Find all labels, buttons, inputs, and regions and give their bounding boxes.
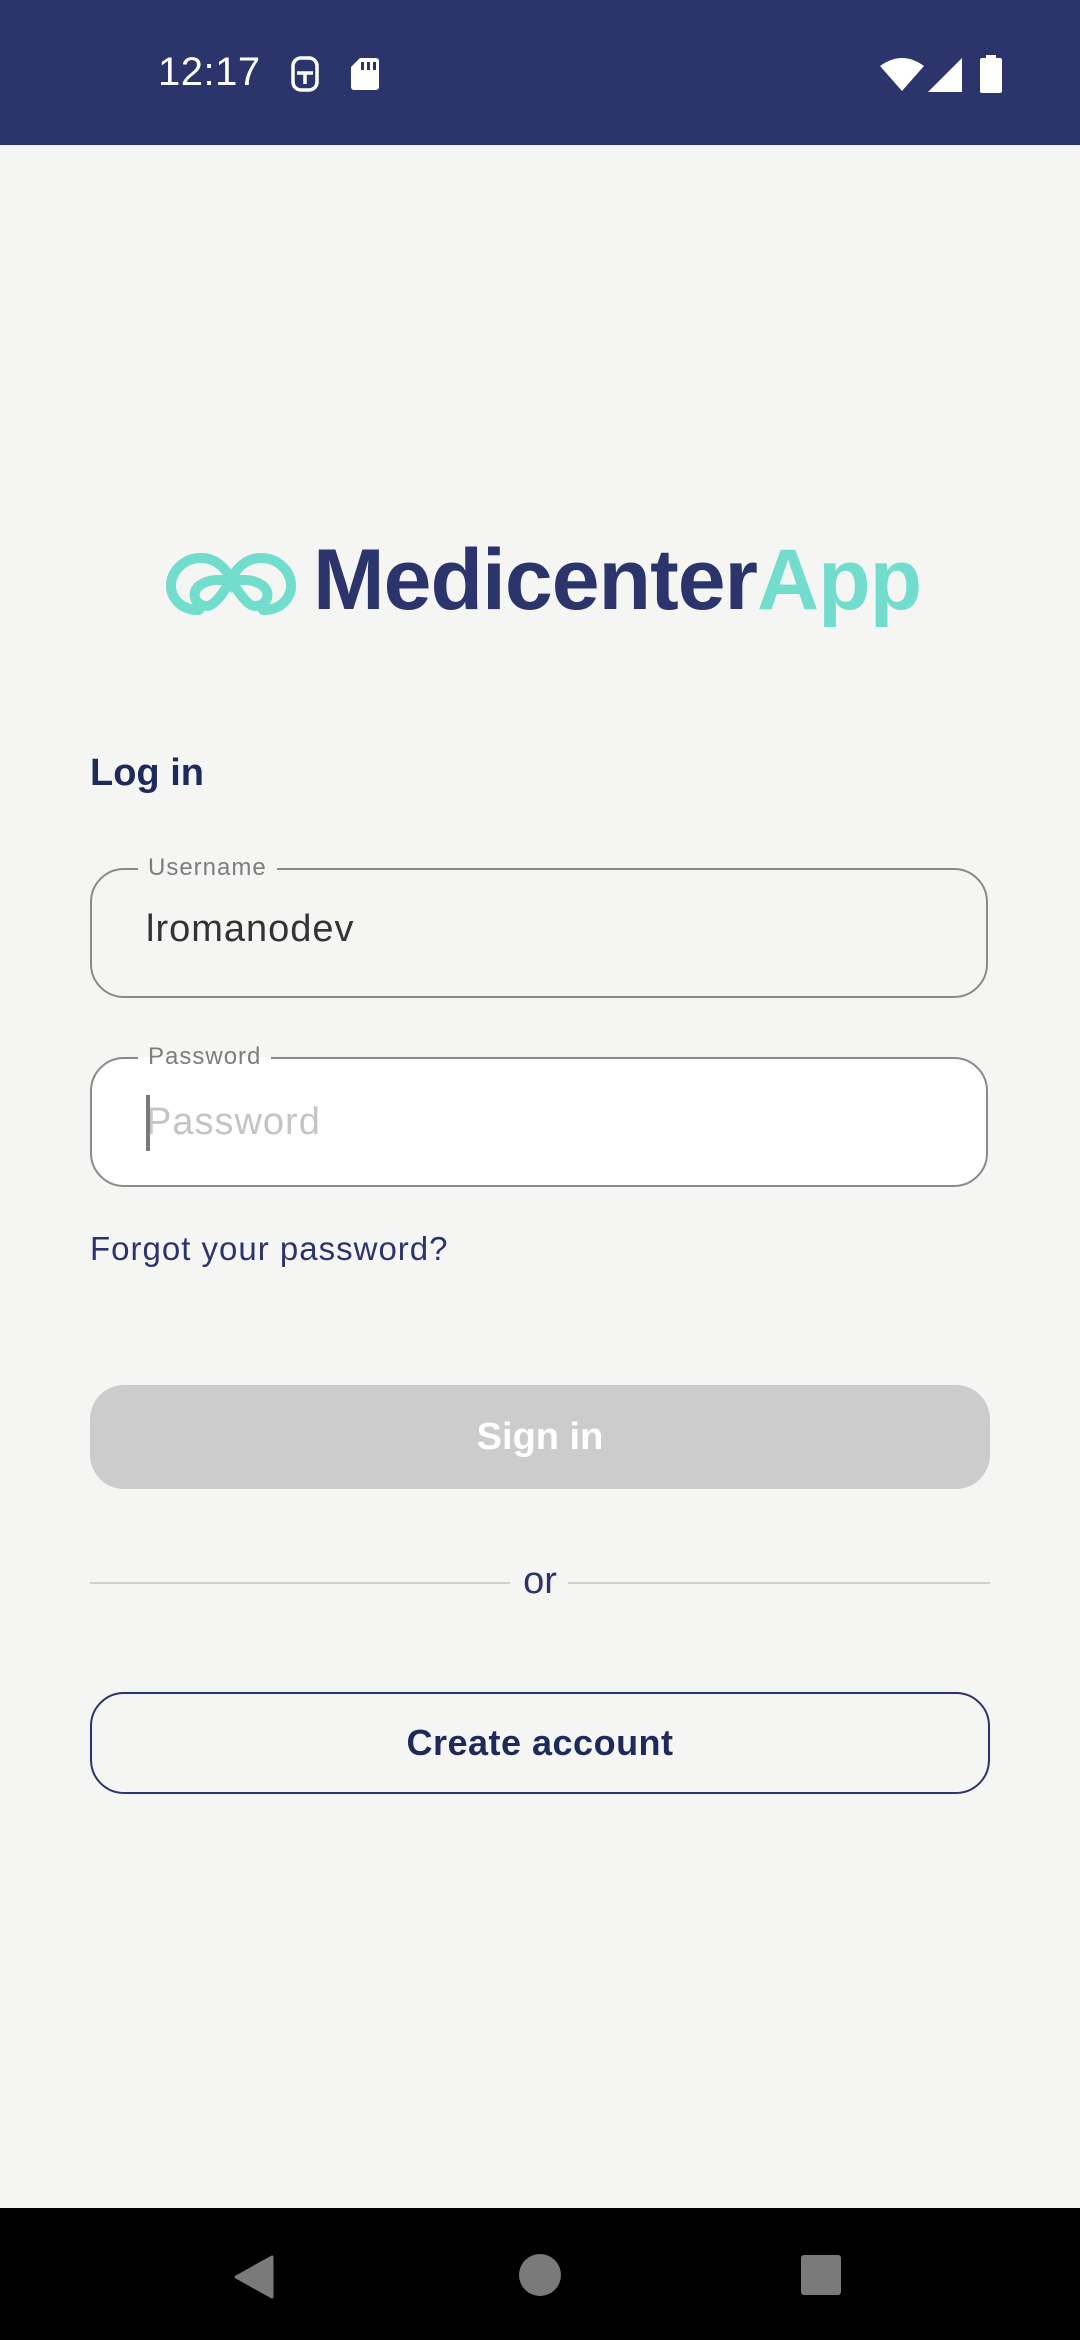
- logo-wordmark: MedicenterApp: [313, 530, 922, 630]
- login-heading: Log in: [90, 752, 204, 794]
- sign-in-button[interactable]: Sign in: [90, 1385, 990, 1489]
- password-field[interactable]: Password: [90, 1043, 988, 1187]
- username-field[interactable]: Username lromanodev: [90, 854, 988, 998]
- app-logo: MedicenterApp: [165, 530, 925, 630]
- status-time: 12:17: [158, 50, 261, 94]
- create-account-button[interactable]: Create account: [90, 1692, 990, 1794]
- home-icon[interactable]: [518, 2253, 562, 2302]
- back-icon[interactable]: [234, 2255, 274, 2304]
- sd-card-icon: [350, 56, 380, 97]
- username-value[interactable]: lromanodev: [146, 908, 355, 951]
- divider-line-right: [568, 1582, 990, 1584]
- system-nav-bar: [0, 2208, 1080, 2340]
- signal-icon: [928, 58, 964, 97]
- wifi-icon: [880, 58, 924, 97]
- recents-icon[interactable]: [800, 2254, 842, 2301]
- status-bar: 12:17: [0, 0, 1080, 145]
- battery-icon: [980, 55, 1002, 98]
- logo-text-primary: Medicenter: [313, 532, 758, 628]
- password-input[interactable]: [146, 1087, 926, 1157]
- sim-card-toolkit-icon: [290, 56, 320, 97]
- text-caret: [146, 1095, 150, 1151]
- forgot-password-link[interactable]: Forgot your password?: [90, 1230, 449, 1268]
- logo-text-accent: App: [757, 532, 922, 628]
- username-label: Username: [138, 854, 277, 882]
- logo-mark-icon: [165, 540, 297, 623]
- password-label: Password: [138, 1043, 272, 1071]
